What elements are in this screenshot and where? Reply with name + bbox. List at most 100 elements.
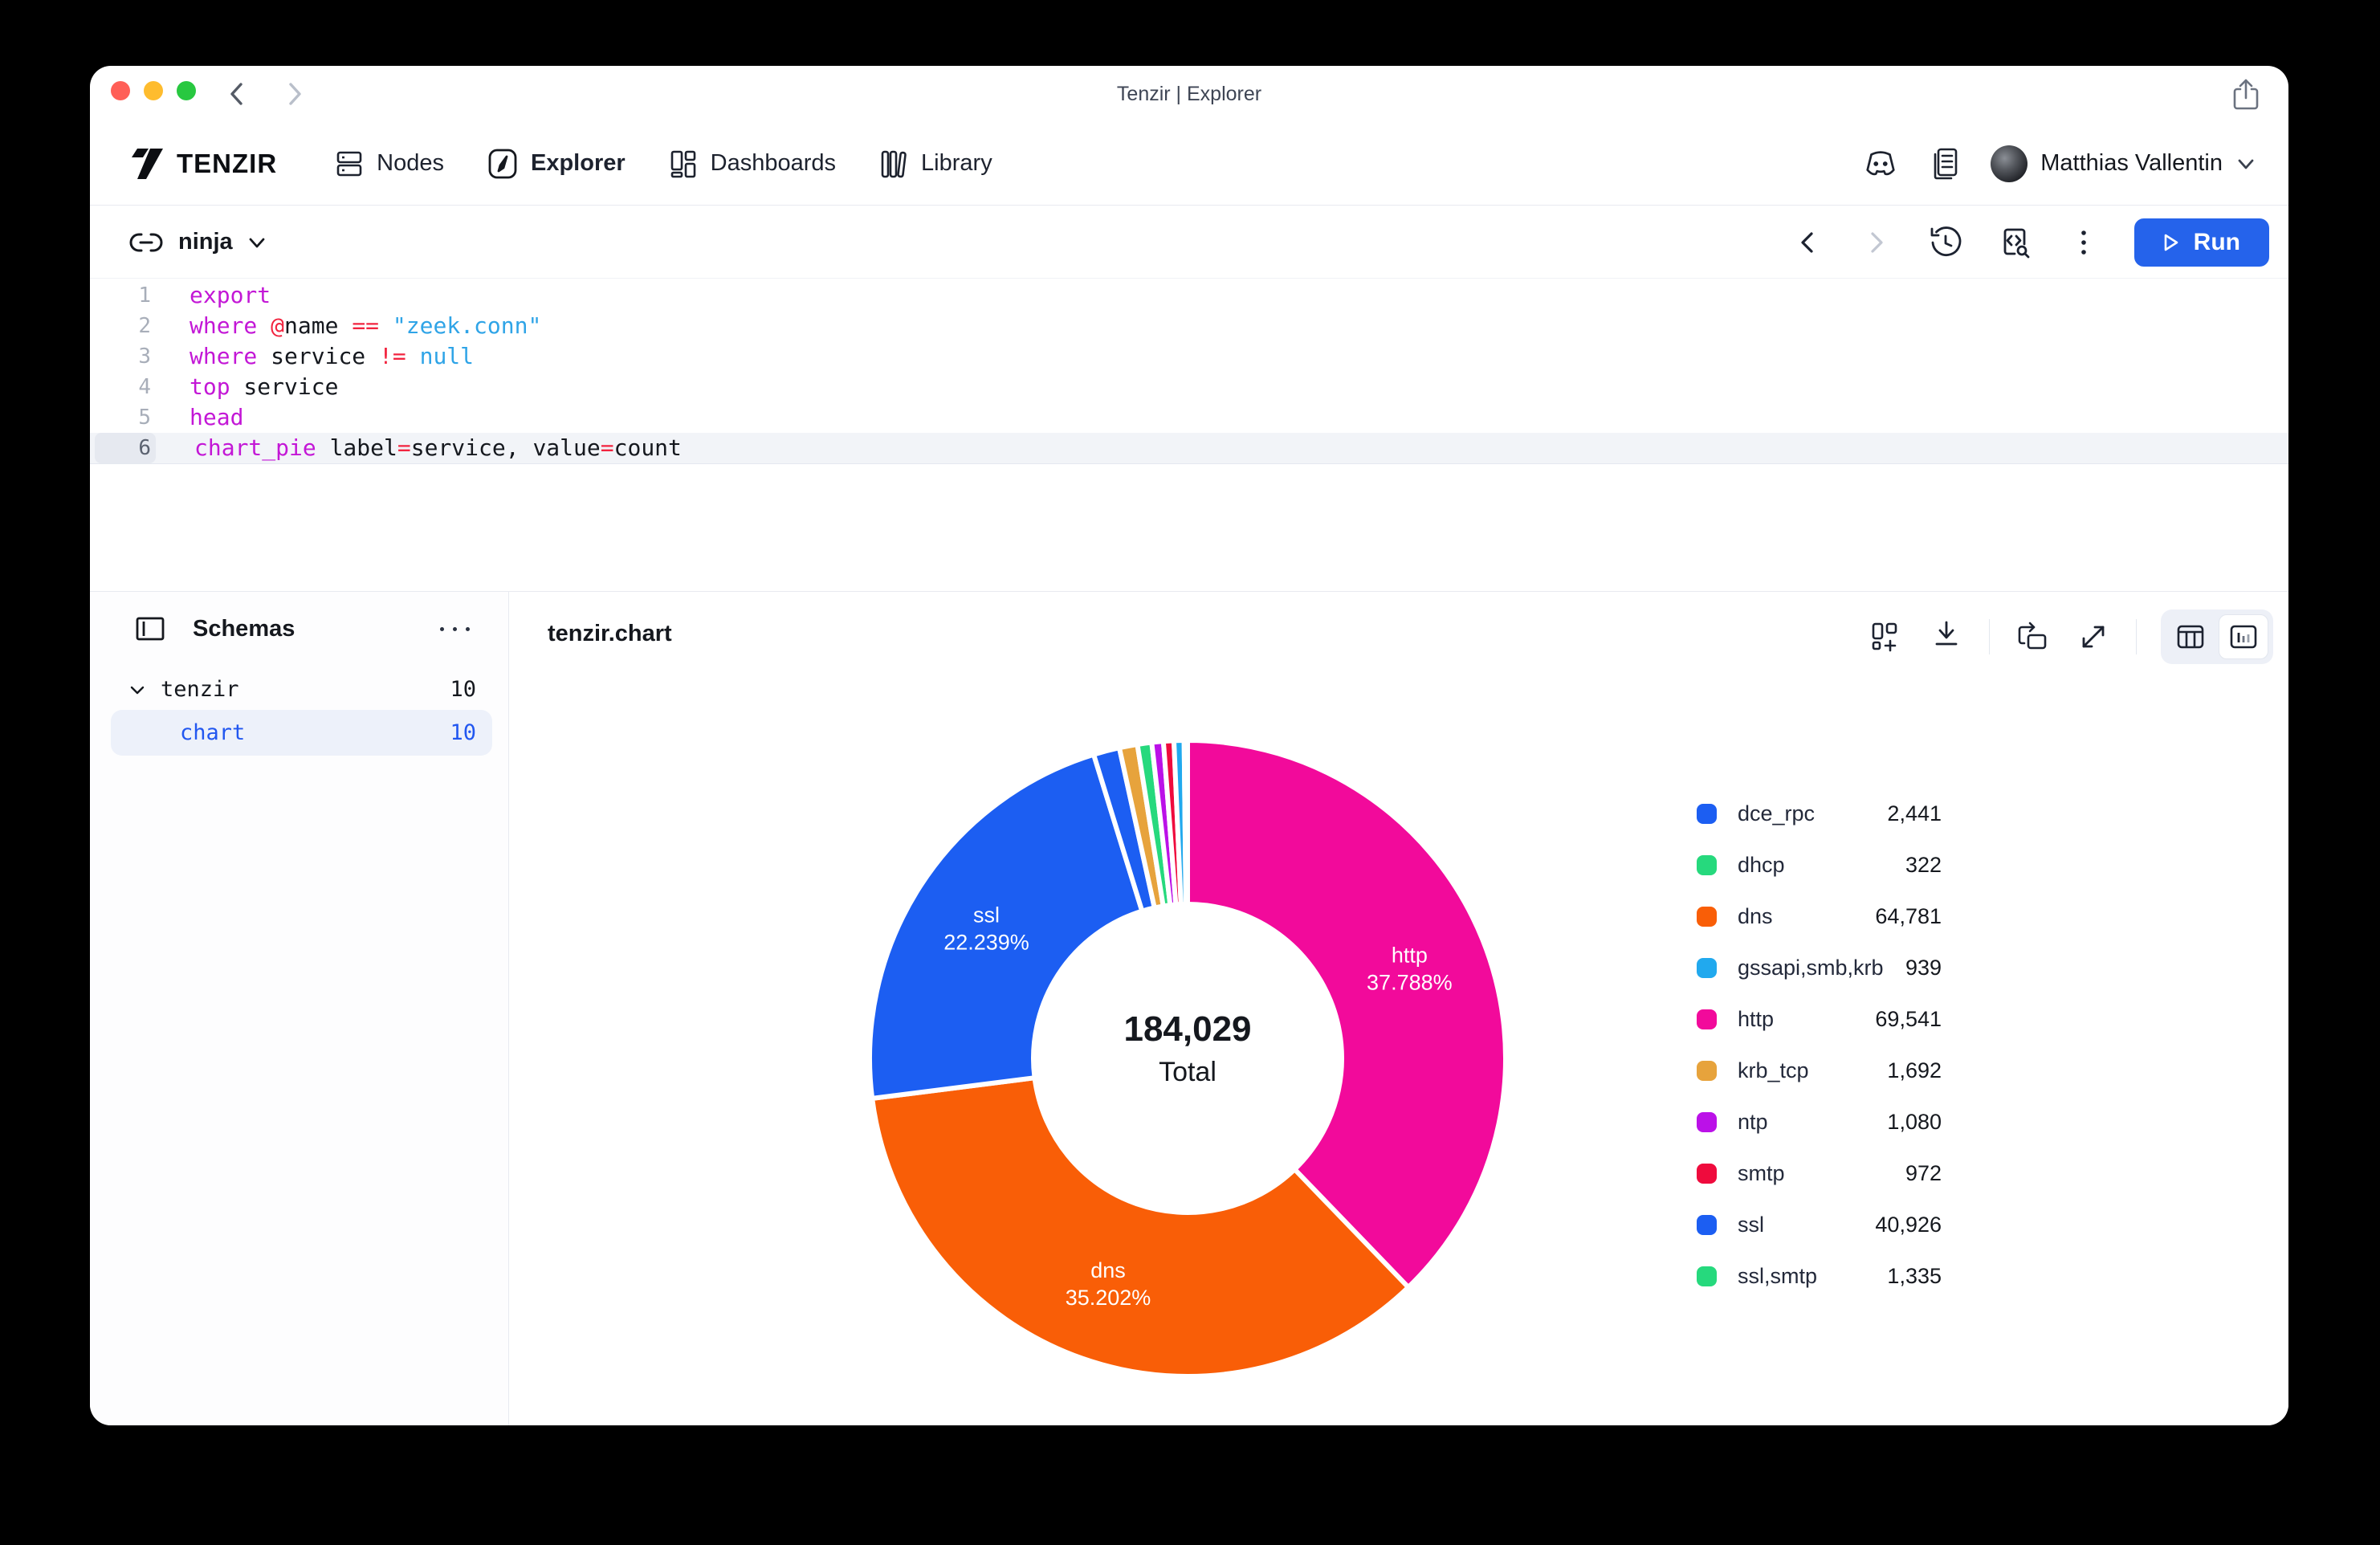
code-line[interactable]: 1export xyxy=(90,280,2288,311)
tenzir-logo[interactable]: TENZIR xyxy=(128,147,277,181)
run-button-label: Run xyxy=(2194,229,2240,256)
code-text: chart_pie label=service, value=count xyxy=(194,433,682,463)
add-to-dashboard-icon[interactable] xyxy=(1867,618,1904,655)
code-text: where @name == "zeek.conn" xyxy=(190,311,541,341)
pipeline-name: ninja xyxy=(178,229,233,255)
table-view-button[interactable] xyxy=(2166,614,2215,659)
titlebar-forward-button[interactable] xyxy=(283,78,307,110)
schema-node-label: tenzir xyxy=(161,677,239,702)
legend-item-ntp[interactable]: ntp1,080 xyxy=(1697,1096,1942,1148)
code-line[interactable]: 2 where @name == "zeek.conn" xyxy=(90,311,2288,341)
nav-item-nodes[interactable]: Nodes xyxy=(333,148,444,180)
legend-value: 972 xyxy=(1905,1161,1942,1186)
legend-label: dns xyxy=(1738,904,1773,929)
discord-icon[interactable] xyxy=(1862,145,1899,182)
legend-label: ssl xyxy=(1738,1213,1764,1237)
table-view-icon xyxy=(2175,623,2206,650)
history-forward-button[interactable] xyxy=(1858,224,1895,261)
legend-swatch xyxy=(1697,1112,1717,1132)
legend-swatch xyxy=(1697,804,1717,824)
legend-value: 1,335 xyxy=(1887,1264,1942,1289)
pie-slice-ssl[interactable] xyxy=(870,755,1142,1099)
sidebar-toggle-icon[interactable] xyxy=(132,610,169,647)
results-pane: tenzir.chart xyxy=(509,592,2288,1425)
legend-item-ssl,smtp[interactable]: ssl,smtp 1,335 xyxy=(1697,1250,1942,1302)
nav-item-explorer[interactable]: Explorer xyxy=(486,147,626,181)
code-line[interactable]: 4top service xyxy=(90,372,2288,402)
legend-swatch xyxy=(1697,1061,1717,1081)
nav-item-label: Library xyxy=(921,150,992,177)
schema-node-count: 10 xyxy=(450,677,492,702)
history-back-button[interactable] xyxy=(1789,224,1826,261)
schema-node-tenzir[interactable]: tenzir 10 xyxy=(111,667,492,712)
code-line[interactable]: 5head xyxy=(90,402,2288,433)
legend-item-ssl[interactable]: ssl40,926 xyxy=(1697,1199,1942,1250)
nav-item-dashboards[interactable]: Dashboards xyxy=(667,148,836,180)
pipeline-editor[interactable]: 1export2 where @name == "zeek.conn"3where… xyxy=(90,279,2288,593)
legend-swatch xyxy=(1697,1266,1717,1286)
legend-item-http[interactable]: http69,541 xyxy=(1697,993,1942,1045)
legend-value: 64,781 xyxy=(1875,904,1942,929)
pie-slice-dhcp[interactable] xyxy=(1184,740,1188,904)
schema-node-chart[interactable]: chart 10 xyxy=(111,710,492,756)
share-icon[interactable] xyxy=(2229,77,2263,112)
library-icon xyxy=(878,148,910,180)
line-number: 2 xyxy=(90,311,151,341)
expand-icon[interactable] xyxy=(2075,618,2112,655)
legend-value: 939 xyxy=(1905,956,1942,980)
docs-icon[interactable] xyxy=(1926,145,1963,182)
legend-item-dns[interactable]: dns 64,781 xyxy=(1697,891,1942,942)
titlebar-back-button[interactable] xyxy=(225,78,249,110)
legend-value: 1,692 xyxy=(1887,1058,1942,1083)
traffic-lights xyxy=(111,81,196,100)
run-button[interactable]: Run xyxy=(2134,218,2269,267)
code-lines: 1export2 where @name == "zeek.conn"3where… xyxy=(90,280,2288,464)
legend-item-gssapi,smb,krb[interactable]: gssapi,smb,krb939 xyxy=(1697,942,1942,993)
nav-item-library[interactable]: Library xyxy=(878,148,992,180)
legend-item-krb_tcp[interactable]: krb_tcp 1,692 xyxy=(1697,1045,1942,1096)
legend-item-dhcp[interactable]: dhcp322 xyxy=(1697,839,1942,891)
code-line[interactable]: 6chart_pie label=service, value=count xyxy=(90,433,2288,464)
separator xyxy=(1989,619,1990,654)
zoom-window-button[interactable] xyxy=(177,81,196,100)
legend-swatch xyxy=(1697,907,1717,927)
minimize-window-button[interactable] xyxy=(144,81,163,100)
main-nav: TENZIR Nodes Explorer xyxy=(90,122,2288,206)
explorer-icon xyxy=(486,147,520,181)
pie-chart: http37.788%dns35.202%ssl22.239% xyxy=(858,729,1517,1388)
link-icon xyxy=(128,229,164,256)
chevron-down-icon xyxy=(128,681,146,699)
legend-value: 1,080 xyxy=(1887,1110,1942,1135)
code-line[interactable]: 3where service != null xyxy=(90,341,2288,372)
legend-label: smtp xyxy=(1738,1161,1785,1186)
user-menu[interactable]: Matthias Vallentin xyxy=(1991,145,2256,182)
legend-label: dce_rpc xyxy=(1738,801,1815,826)
pipeline-toolbar: ninja xyxy=(90,206,2288,279)
download-icon[interactable] xyxy=(1928,618,1965,655)
legend-item-smtp[interactable]: smtp 972 xyxy=(1697,1148,1942,1199)
dashboards-icon xyxy=(667,148,699,180)
nav-item-label: Explorer xyxy=(531,150,626,177)
schemas-menu-icon[interactable] xyxy=(434,621,476,638)
close-window-button[interactable] xyxy=(111,81,130,100)
window-title: Tenzir | Explorer xyxy=(1117,66,1261,122)
run-history-icon[interactable] xyxy=(1927,224,1964,261)
pipeline-selector[interactable]: ninja xyxy=(128,229,267,256)
titlebar: Tenzir | Explorer xyxy=(90,66,2288,122)
code-search-icon[interactable] xyxy=(1996,224,2033,261)
legend-label: krb_tcp xyxy=(1738,1058,1809,1083)
brand-name: TENZIR xyxy=(177,149,277,179)
schema-node-count: 10 xyxy=(450,720,492,745)
legend-label: ssl,smtp xyxy=(1738,1264,1817,1289)
nav-item-label: Nodes xyxy=(377,150,444,177)
separator xyxy=(2136,619,2137,654)
avatar xyxy=(1991,145,2027,182)
rotate-view-icon[interactable] xyxy=(2014,618,2051,655)
schemas-panel-title: Schemas xyxy=(193,616,410,642)
chart-view-button[interactable] xyxy=(2219,614,2268,659)
nodes-icon xyxy=(333,148,365,180)
play-icon xyxy=(2163,233,2179,252)
more-options-icon[interactable] xyxy=(2065,224,2102,261)
legend-item-dce_rpc[interactable]: dce_rpc2,441 xyxy=(1697,788,1942,839)
chart-view-icon xyxy=(2228,623,2259,650)
